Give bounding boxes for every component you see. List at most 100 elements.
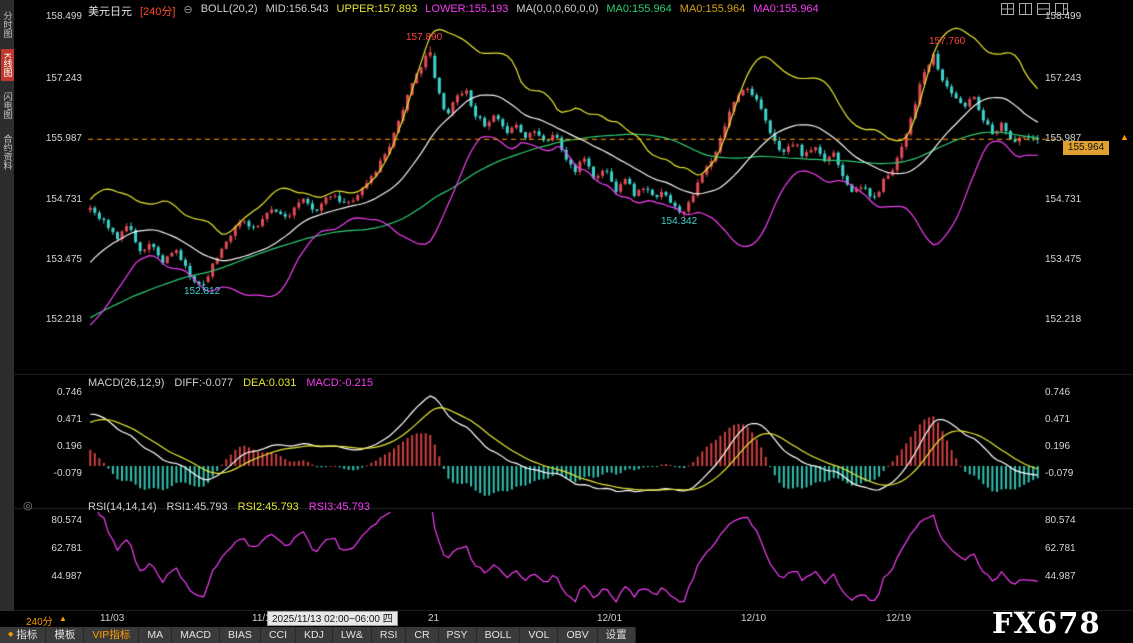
toolbar-item-label: CR — [414, 627, 429, 643]
price-axis-label: 154.731 — [34, 194, 82, 206]
indicator-menu-icon: ◆ — [8, 627, 13, 643]
sidebar-item-1[interactable]: K线图 — [1, 49, 14, 81]
time-axis-label: 12/01 — [597, 613, 622, 624]
price-axis-label: 153.475 — [1045, 254, 1099, 266]
toolbar-item-10[interactable]: CR — [406, 627, 438, 643]
sidebar-item-3[interactable]: 合约资料 — [1, 130, 14, 174]
left-sidebar: 分时图 K线图闪电图合约资料 — [0, 0, 14, 611]
price-axis-label: 158.499 — [1045, 11, 1099, 23]
toolbar-item-label: 模板 — [54, 627, 75, 643]
macd-readout-0: MACD(26,12,9) — [88, 377, 164, 389]
layout-vertical-split-icon[interactable] — [1019, 3, 1032, 15]
toolbar-item-label: 指标 — [16, 627, 37, 643]
annotation-high-2: 157.760 — [929, 36, 965, 47]
header-readout-0: 美元日元 — [88, 3, 132, 16]
rsi-readout-0: RSI(14,14,14) — [88, 501, 156, 513]
price-axis-label: 157.243 — [1045, 73, 1099, 85]
time-axis-label: 21 — [428, 613, 439, 624]
header-readout-3: MID:156.543 — [266, 3, 329, 16]
rsi-readout-1: RSI1:45.793 — [166, 501, 227, 513]
toolbar-item-6[interactable]: CCI — [261, 627, 296, 643]
price-axis-label: 0.746 — [34, 387, 82, 399]
rsi-readout-2: RSI2:45.793 — [238, 501, 299, 513]
time-axis-label: 12/10 — [741, 613, 766, 624]
price-axis-label: 80.574 — [1045, 515, 1099, 527]
toolbar-item-5[interactable]: BIAS — [220, 627, 261, 643]
toolbar-item-15[interactable]: 设置 — [598, 627, 636, 643]
toolbar-item-label: 设置 — [606, 627, 627, 643]
price-axis-label: 158.499 — [34, 11, 82, 23]
period-selector[interactable]: 240分 — [26, 613, 53, 628]
toolbar-item-label: KDJ — [304, 627, 324, 643]
price-up-arrow-icon: ▲ — [1120, 132, 1129, 142]
header-readout-2: BOLL(20,2) — [201, 3, 258, 16]
price-axis-label: 62.781 — [34, 543, 82, 555]
header-readout-4: UPPER:157.893 — [337, 3, 418, 16]
toolbar-item-label: MACD — [180, 627, 211, 643]
rsi-readout-row: RSI(14,14,14) RSI1:45.793 RSI2:45.793 RSI3:… — [88, 501, 370, 513]
toolbar-item-2[interactable]: VIP指标 — [84, 627, 139, 643]
price-axis-label: 0.196 — [34, 441, 82, 453]
price-axis-label: 0.746 — [1045, 387, 1099, 399]
chart-canvas[interactable] — [0, 0, 1133, 643]
toolbar-item-8[interactable]: LW& — [333, 627, 372, 643]
price-axis-label: 0.471 — [34, 414, 82, 426]
time-axis-label: 11/03 — [100, 613, 124, 624]
toolbar-item-13[interactable]: VOL — [520, 627, 558, 643]
price-axis-label: 153.475 — [34, 254, 82, 266]
rsi-readout-3: RSI3:45.793 — [309, 501, 370, 513]
annotation-low-2: 154.342 — [661, 216, 697, 227]
header-readout-1: [240分] — [140, 3, 175, 16]
toolbar-item-label: CCI — [269, 627, 287, 643]
time-axis-label: 12/19 — [886, 613, 911, 624]
toolbar-item-label: BOLL — [485, 627, 512, 643]
price-axis-label: 44.987 — [34, 571, 82, 583]
chart-header: 美元日元 [240分] ⊖ BOLL(20,2) MID:156.543 UPPER:15… — [88, 3, 819, 16]
trading-terminal: 分时图 K线图闪电图合约资料 美元日元 [240分] ⊖ BOLL(20,2) MID:1… — [0, 0, 1133, 643]
toolbar-item-label: BIAS — [228, 627, 252, 643]
price-axis-label: 157.243 — [34, 73, 82, 85]
price-axis-label: 155.987 — [1045, 133, 1099, 145]
price-axis-label: 0.471 — [1045, 414, 1099, 426]
price-axis-label: 154.731 — [1045, 194, 1099, 206]
indicator-settings-icon[interactable]: ◎ — [23, 499, 33, 512]
macd-readout-2: DEA:0.031 — [243, 377, 296, 389]
price-axis-label: 44.987 — [1045, 571, 1099, 583]
toolbar-item-3[interactable]: MA — [139, 627, 172, 643]
toolbar-item-label: PSY — [447, 627, 468, 643]
toolbar-item-label: RSI — [380, 627, 398, 643]
header-readout-6: MA(0,0,0,60,0,0) — [516, 3, 598, 16]
crosshair-time-tooltip: 2025/11/13 02:00~06:00 四 — [267, 611, 398, 626]
toolbar-item-label: VIP指标 — [92, 627, 130, 643]
annotation-low-1: 152.812 — [184, 286, 220, 297]
toolbar-item-14[interactable]: OBV — [558, 627, 597, 643]
macd-readout-1: DIFF:-0.077 — [174, 377, 233, 389]
toolbar-item-4[interactable]: MACD — [172, 627, 220, 643]
price-axis-label: -0.079 — [34, 468, 82, 480]
layout-grid-2x2-icon[interactable] — [1001, 3, 1014, 15]
price-axis-label: -0.079 — [1045, 468, 1099, 480]
zoom-out-icon[interactable]: ⊖ — [183, 3, 192, 16]
header-readout-9: MA0:155.964 — [753, 3, 818, 16]
annotation-high-1: 157.890 — [406, 32, 442, 43]
time-axis: 240分 ▲ 2025/11/13 02:00~06:00 四 11/0311/… — [0, 610, 1133, 627]
sidebar-item-2[interactable]: 闪电图 — [1, 88, 14, 123]
toolbar-item-label: MA — [147, 627, 163, 643]
header-readout-5: LOWER:155.193 — [425, 3, 508, 16]
macd-readout-row: MACD(26,12,9)DIFF:-0.077DEA:0.031MACD:-0… — [88, 377, 373, 389]
toolbar-item-1[interactable]: 模板 — [46, 627, 84, 643]
price-axis-label: 155.987 — [34, 133, 82, 145]
fx678-watermark: FX678 — [992, 606, 1101, 640]
price-axis-label: 62.781 — [1045, 543, 1099, 555]
toolbar-item-label: LW& — [341, 627, 363, 643]
toolbar-item-9[interactable]: RSI — [372, 627, 407, 643]
toolbar-item-label: OBV — [566, 627, 588, 643]
toolbar-item-0[interactable]: ◆指标 — [0, 627, 46, 643]
toolbar-item-7[interactable]: KDJ — [296, 627, 333, 643]
sidebar-item-0[interactable]: 分时图 — [1, 7, 14, 42]
toolbar-item-12[interactable]: BOLL — [477, 627, 521, 643]
bottom-toolbar: ◆指标模板VIP指标MAMACDBIASCCIKDJLW&RSICRPSYBOL… — [0, 627, 1133, 643]
price-axis-label: 80.574 — [34, 515, 82, 527]
toolbar-item-11[interactable]: PSY — [439, 627, 477, 643]
header-readout-8: MA0:155.964 — [680, 3, 745, 16]
